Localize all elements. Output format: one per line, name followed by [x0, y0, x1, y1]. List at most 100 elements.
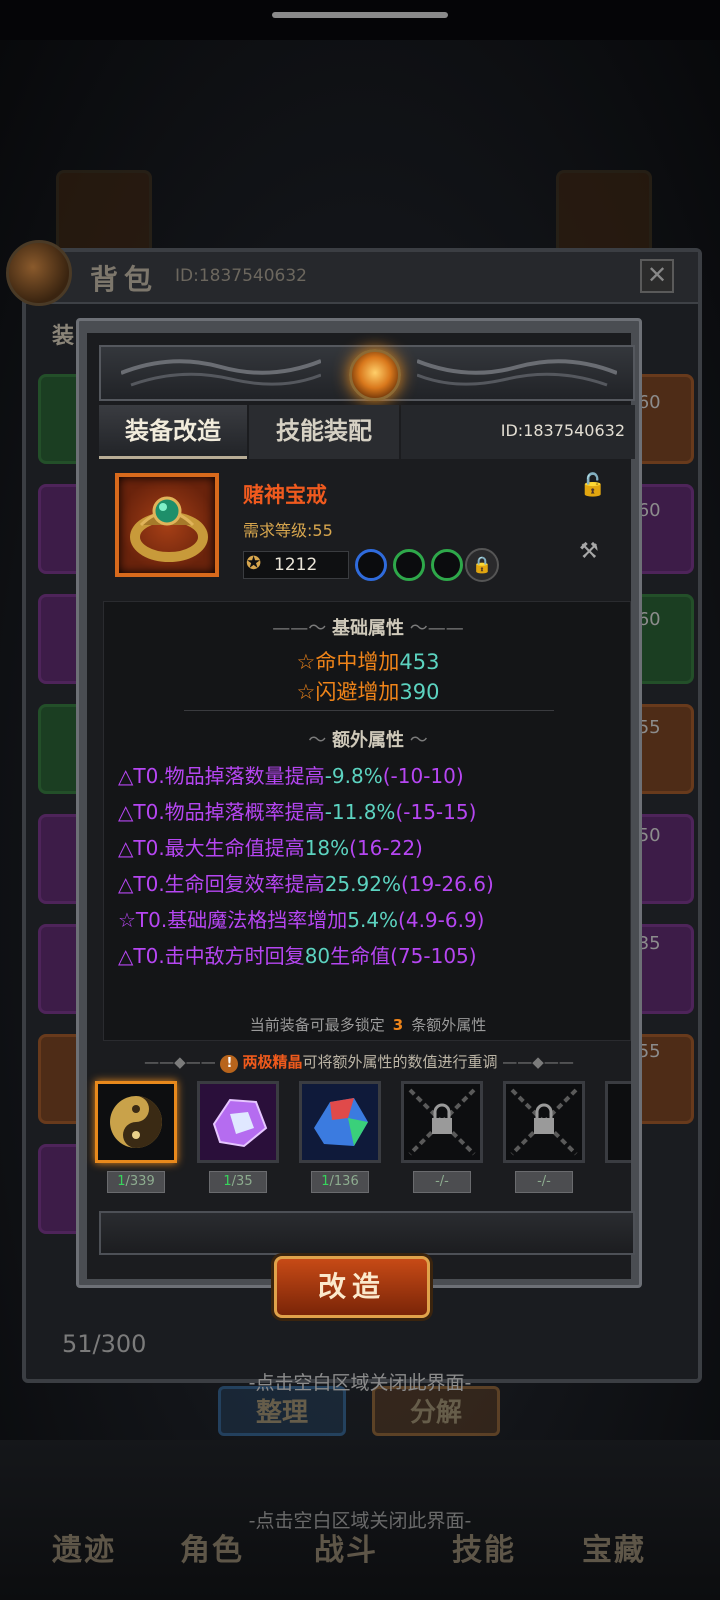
slot-level-label: .60: [632, 609, 661, 630]
attribute-label: △T0.物品掉落概率提高: [118, 800, 325, 824]
reforge-button[interactable]: 改造: [274, 1256, 430, 1318]
material-count: -/-: [413, 1171, 471, 1193]
slot-level-label: .55: [632, 1041, 661, 1062]
material-slot-yin-yang[interactable]: [95, 1081, 177, 1163]
base-attribute-row: ☆闪避增加390: [104, 676, 632, 706]
wing-ornament-left: [121, 359, 321, 387]
status-bar: [0, 0, 720, 40]
dialog-body: 装备改造 技能装配 ID:1837540632 赌神宝戒 需求等级:55 ✪ 1…: [87, 333, 635, 1279]
hammer-icon[interactable]: ⚒: [579, 539, 599, 564]
lock-note-text: 条额外属性: [411, 1016, 487, 1034]
yin-yang-crystal-icon: [110, 1096, 162, 1148]
avatar[interactable]: [6, 240, 72, 306]
extra-attribute-row[interactable]: △T0.击中敌方时回复80生命值(75-105): [118, 940, 477, 969]
attribute-range: 生命值(75-105): [330, 944, 477, 968]
socket-green[interactable]: [393, 549, 425, 581]
attribute-value: -9.8%: [324, 764, 383, 788]
rainbow-crystal-icon: [314, 1098, 368, 1146]
extra-attribute-row[interactable]: △T0.物品掉落概率提高-11.8%(-15-15): [118, 796, 476, 825]
slot-level-label: .35: [632, 933, 661, 954]
wing-ornament-right: [417, 359, 617, 387]
attribute-label: △T0.物品掉落数量提高: [118, 764, 325, 788]
attribute-value: 5.4%: [347, 908, 399, 932]
material-slot-locked[interactable]: [401, 1081, 483, 1163]
attribute-value: -11.8%: [324, 800, 396, 824]
title-ornament-right: 〜——: [404, 618, 464, 639]
material-need: -/-: [537, 1174, 551, 1189]
close-icon[interactable]: ✕: [640, 259, 674, 293]
attribute-panel: ——〜 基础属性 〜—— ☆命中增加453 ☆闪避增加390 〜 额外属性 〜 …: [103, 601, 631, 1041]
ring-icon: [130, 496, 208, 562]
material-slot-rainbow[interactable]: [299, 1081, 381, 1163]
combat-power: ✪ 1212: [243, 551, 349, 579]
base-attribute-row: ☆命中增加453: [104, 646, 632, 676]
reforge-dialog: 装备改造 技能装配 ID:1837540632 赌神宝戒 需求等级:55 ✪ 1…: [76, 318, 642, 1288]
attribute-range: (4.9-6.9): [398, 908, 485, 932]
socket-locked-icon[interactable]: 🔒: [465, 548, 499, 582]
bag-id: ID:1837540632: [175, 266, 307, 286]
material-have: 1: [117, 1174, 126, 1189]
material-count: 1/35: [209, 1171, 267, 1193]
material-name: 两极精晶: [242, 1053, 303, 1071]
attribute-value: 80: [304, 944, 331, 968]
item-level-requirement: 需求等级:55: [243, 521, 333, 540]
attribute-value: 25.92%: [324, 872, 401, 896]
lock-count: 3: [392, 1016, 404, 1034]
lock-note-text: 当前装备可最多锁定: [249, 1016, 385, 1034]
material-have: 1: [223, 1174, 232, 1189]
attribute-label: ☆闪避增加: [296, 680, 400, 704]
material-count: 1/339: [107, 1171, 165, 1193]
material-count: 1/136: [311, 1171, 369, 1193]
material-need: -/-: [435, 1174, 449, 1189]
unlock-icon[interactable]: 🔓: [579, 473, 606, 498]
material-need: /35: [231, 1174, 253, 1189]
material-need: /339: [125, 1174, 155, 1189]
extra-attributes-label: 额外属性: [332, 730, 404, 751]
socket-green[interactable]: [431, 549, 463, 581]
base-attributes-label: 基础属性: [332, 618, 404, 639]
base-attributes-title: ——〜 基础属性 〜——: [104, 614, 632, 640]
extra-attributes-title: 〜 额外属性 〜: [104, 726, 632, 752]
material-slot-partial[interactable]: [605, 1081, 631, 1163]
lock-limit-note: 当前装备可最多锁定 3 条额外属性: [104, 1014, 632, 1035]
hint-text: 可将额外属性的数值进行重调: [302, 1053, 498, 1071]
attribute-range: (16-22): [349, 836, 423, 860]
bag-title: 背包: [90, 263, 159, 296]
material-count: -/-: [515, 1171, 573, 1193]
player-id: ID:1837540632: [401, 405, 635, 459]
title-ornament-left: ——〜: [272, 618, 332, 639]
material-slot-purple[interactable]: [197, 1081, 279, 1163]
attribute-value: 390: [399, 680, 440, 704]
hint-ornament-left: ——◆——: [144, 1053, 221, 1071]
material-need: /136: [329, 1174, 359, 1189]
attribute-label: △T0.最大生命值提高: [118, 836, 305, 860]
extra-attribute-row[interactable]: △T0.物品掉落数量提高-9.8%(-10-10): [118, 760, 464, 789]
close-hint-background[interactable]: -点击空白区域关闭此界面-: [0, 1506, 720, 1533]
title-ornament-left: 〜: [308, 730, 332, 751]
item-icon[interactable]: [115, 473, 219, 577]
top-ornament: [99, 345, 635, 401]
item-name: 赌神宝戒: [243, 483, 327, 507]
slot-level-label: .60: [632, 500, 661, 521]
attribute-label: △T0.击中敌方时回复: [118, 944, 305, 968]
extra-attribute-row[interactable]: △T0.最大生命值提高18%(16-22): [118, 832, 423, 861]
combat-power-value: 1212: [274, 555, 318, 575]
purple-crystal-icon: [212, 1098, 268, 1148]
gesture-pill: [272, 12, 448, 18]
bag-tab-partial[interactable]: 装: [52, 318, 74, 350]
amber-orb-icon: [349, 349, 401, 401]
extra-attribute-row[interactable]: ☆T0.基础魔法格挡率增加5.4%(4.9-6.9): [118, 904, 484, 933]
chained-lock-icon: [510, 1088, 578, 1156]
tab-skill-assign[interactable]: 技能装配: [249, 405, 399, 459]
bottom-ornament: [99, 1211, 635, 1255]
tab-equipment-reforge[interactable]: 装备改造: [99, 405, 247, 459]
attribute-value: 18%: [304, 836, 350, 860]
slot-level-label: .60: [632, 392, 661, 413]
attribute-label: △T0.生命回复效率提高: [118, 872, 325, 896]
extra-attribute-row[interactable]: △T0.生命回复效率提高25.92%(19-26.6): [118, 868, 494, 897]
attribute-range: (19-26.6): [400, 872, 494, 896]
socket-blue[interactable]: [355, 549, 387, 581]
close-hint[interactable]: -点击空白区域关闭此界面-: [0, 1368, 720, 1395]
material-slot-locked[interactable]: [503, 1081, 585, 1163]
attribute-label: ☆T0.基础魔法格挡率增加: [118, 908, 348, 932]
